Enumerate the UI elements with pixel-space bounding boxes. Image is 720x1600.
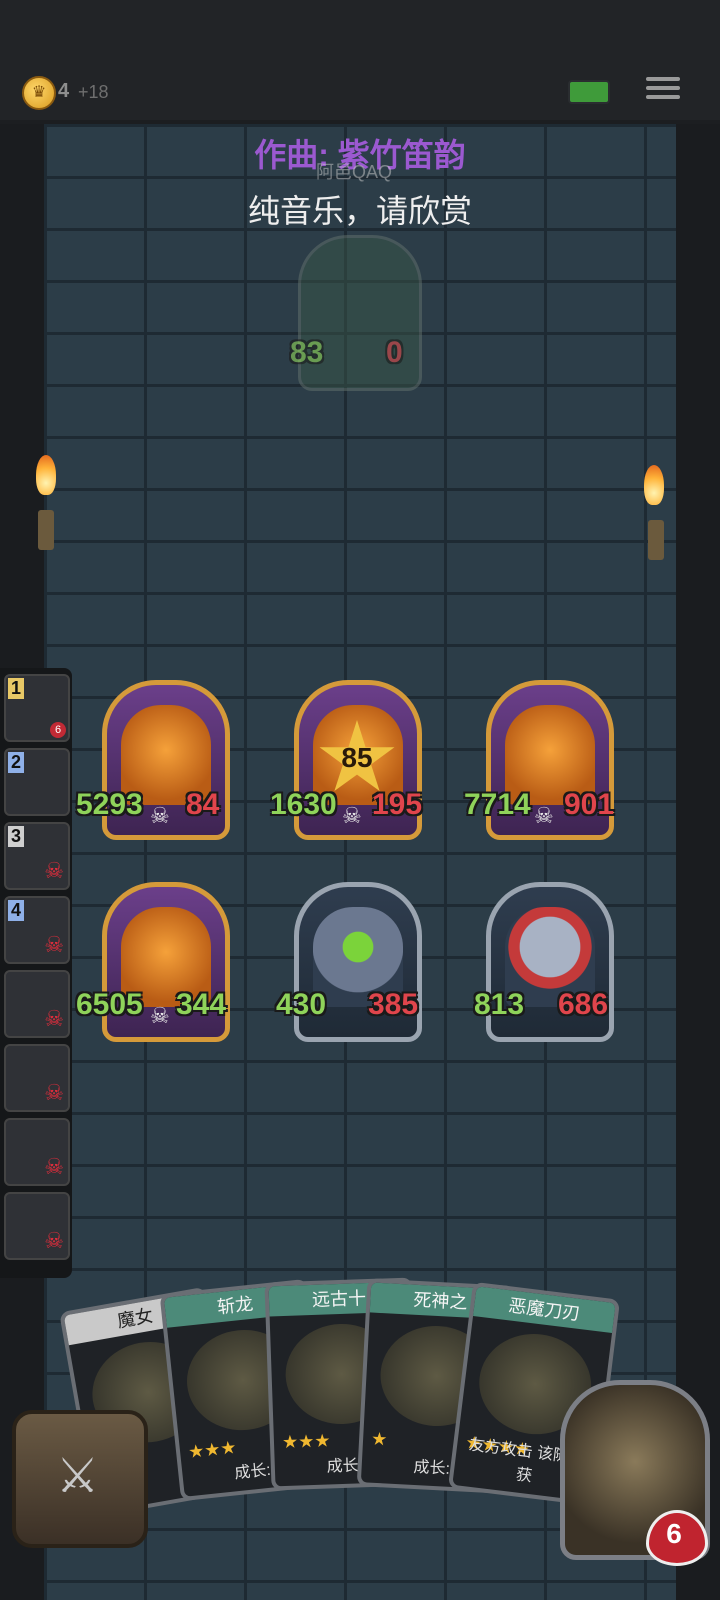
- minion-health: 344: [176, 988, 227, 1021]
- eliminated-skull-icon: ☠: [44, 858, 64, 883]
- right-pillar: [676, 124, 720, 1600]
- top-bar: ♛ 4 +18: [0, 0, 720, 120]
- player-rank-item[interactable]: 4 ☠: [4, 896, 70, 964]
- minion-attack: 430: [276, 988, 327, 1021]
- eliminated-skull-icon: ☠: [44, 1006, 64, 1031]
- tavern-shop-button[interactable]: ⚔: [12, 1410, 148, 1548]
- skull-icon: ☠: [150, 1003, 170, 1028]
- right-flame-icon: [644, 465, 664, 505]
- hero-health: 6: [666, 1518, 682, 1549]
- rank-number: 4: [8, 900, 25, 921]
- enemy-attack: 83: [290, 336, 324, 369]
- rank-health: 6: [50, 722, 66, 738]
- gold-coin-icon: ♛: [22, 76, 56, 110]
- player-rank-item[interactable]: 3 ☠: [4, 822, 70, 890]
- player-rank-item[interactable]: 2: [4, 748, 70, 816]
- axe-icon: ⚔: [56, 1450, 100, 1503]
- right-torch-icon: [648, 520, 664, 560]
- enemy-health: 0: [386, 336, 403, 369]
- skull-icon: ☠: [534, 803, 554, 828]
- card-stars-icon: ★★★: [281, 1430, 331, 1453]
- minion-attack: 813: [474, 988, 525, 1021]
- player-rank-item[interactable]: 1 6: [4, 674, 70, 742]
- minion-health: 84: [186, 788, 220, 821]
- skull-icon: ☠: [150, 803, 170, 828]
- rank-number: 3: [8, 826, 25, 847]
- minion-health: 901: [564, 788, 615, 821]
- eliminated-skull-icon: ☠: [44, 932, 64, 957]
- player-rank-item[interactable]: ☠: [4, 1118, 70, 1186]
- minion-health: 385: [368, 988, 419, 1021]
- left-torch-icon: [38, 510, 54, 550]
- player-rank-item[interactable]: ☠: [4, 970, 70, 1038]
- menu-button[interactable]: [646, 72, 680, 106]
- battery-icon: [568, 80, 610, 104]
- eliminated-skull-icon: ☠: [44, 1080, 64, 1105]
- player-rank-item[interactable]: ☠: [4, 1044, 70, 1112]
- minion-attack: 1630: [270, 788, 337, 821]
- rank-number: 1: [8, 678, 25, 699]
- music-subtitle: 纯音乐，请欣赏: [247, 193, 472, 229]
- rank-number: 2: [8, 752, 25, 773]
- gold-count: 4: [58, 80, 70, 102]
- minion-health: 686: [558, 988, 609, 1021]
- enemy-name: 阿邑QAQ: [315, 162, 392, 182]
- minion-attack: 6505: [76, 988, 143, 1021]
- eliminated-skull-icon: ☠: [44, 1228, 64, 1253]
- card-stars-icon: ★: [370, 1428, 388, 1450]
- minion-health: 195: [372, 788, 423, 821]
- star-badge-value: 85: [341, 742, 373, 773]
- left-flame-icon: [36, 455, 56, 495]
- skull-icon: ☠: [342, 803, 362, 828]
- gold-bonus: +18: [78, 82, 109, 102]
- minion-attack: 5293: [76, 788, 143, 821]
- player-rank-item[interactable]: ☠: [4, 1192, 70, 1260]
- minion-attack: 7714: [464, 788, 531, 821]
- eliminated-skull-icon: ☠: [44, 1154, 64, 1179]
